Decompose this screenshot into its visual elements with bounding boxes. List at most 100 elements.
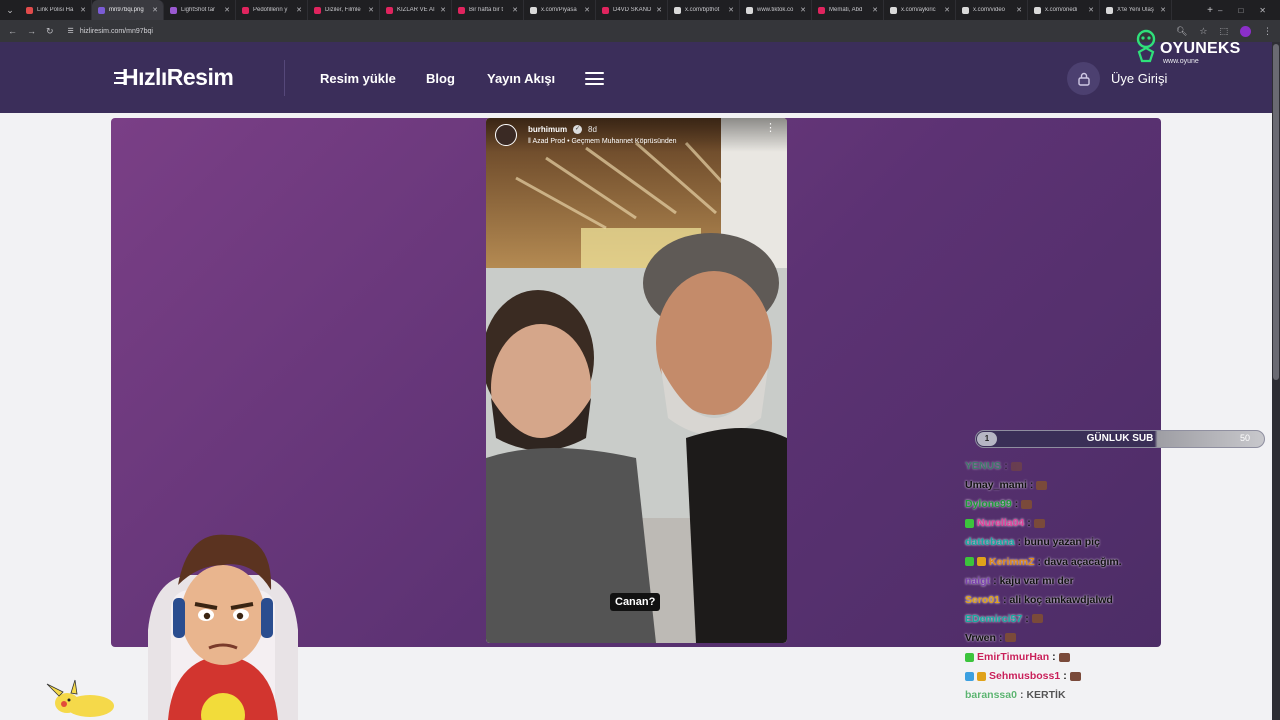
chat-message: Vrwen: bbox=[965, 632, 1017, 644]
story-music-text: Azad Prod • Geçmem Muhannet Köprüsünden bbox=[532, 138, 677, 145]
tab-close-icon[interactable]: ✕ bbox=[440, 6, 446, 14]
story-header bbox=[486, 118, 787, 152]
tab-favicon-icon bbox=[530, 6, 537, 14]
browser-tab[interactable]: x.com/onedi ✕ bbox=[1028, 0, 1100, 20]
tab-favicon-icon bbox=[890, 6, 897, 14]
profile-avatar[interactable] bbox=[1240, 25, 1251, 37]
tab-label: x.com/bpthot bbox=[685, 7, 720, 13]
chat-separator: : bbox=[1052, 651, 1056, 663]
tab-close-icon[interactable]: ✕ bbox=[656, 6, 662, 14]
streamer-avatar-illustration bbox=[148, 534, 298, 720]
uploaded-image[interactable]: burhimum ✓ 8d ‖ Azad Prod • Geçmem Muhan… bbox=[486, 118, 787, 643]
browser-tab[interactable]: KIZLAR VE AI ✕ bbox=[380, 0, 452, 20]
chat-badge-icon bbox=[965, 518, 974, 528]
chat-message: dattebana: bunu yazan piç bbox=[965, 536, 1100, 548]
close-window-icon[interactable]: ✕ bbox=[1259, 6, 1266, 15]
browser-tabs: Link Polisi Ha ✕ mn97bqi.png ✕ LightShot tar… bbox=[20, 0, 1202, 20]
tab-label: KIZLAR VE AI bbox=[397, 7, 435, 13]
chat-badge-icon bbox=[977, 557, 986, 566]
chat-username: YENUS bbox=[965, 460, 1002, 472]
tab-close-icon[interactable]: ✕ bbox=[944, 6, 950, 14]
browser-tab[interactable]: x.com/aykiric ✕ bbox=[884, 0, 956, 20]
tab-label: Diziler, Filmle bbox=[325, 7, 361, 13]
back-icon[interactable]: ← bbox=[8, 26, 17, 36]
bookmark-star-icon[interactable]: ☆ bbox=[1199, 26, 1207, 37]
more-options-icon[interactable]: ⋮ bbox=[765, 123, 776, 134]
site-info-icon[interactable]: ☰ bbox=[68, 27, 74, 35]
tab-label: x.com/onedi bbox=[1045, 7, 1078, 13]
chat-text: bunu yazan piç bbox=[1024, 536, 1100, 549]
browser-tab[interactable]: Bir hafta bir t ✕ bbox=[452, 0, 524, 20]
login-link[interactable]: Üye Girişi bbox=[1111, 71, 1167, 86]
browser-tab[interactable]: mn97bqi.png ✕ bbox=[92, 0, 164, 20]
nav-upload[interactable]: Resim yükle bbox=[320, 71, 396, 86]
tab-close-icon[interactable]: ✕ bbox=[224, 6, 230, 14]
chat-emote-icon bbox=[1036, 480, 1048, 490]
zoom-icon[interactable]: 🔍︎ bbox=[1176, 26, 1187, 37]
nav-blog[interactable]: Blog bbox=[426, 71, 455, 86]
site-logo[interactable]: HızlıResim bbox=[122, 64, 234, 91]
browser-tab[interactable]: D4VD SKAND ✕ bbox=[596, 0, 668, 20]
tab-close-icon[interactable]: ✕ bbox=[80, 6, 86, 14]
maximize-icon[interactable]: □ bbox=[1238, 6, 1243, 15]
browser-tab[interactable]: X'te Yeni Ulaş ✕ bbox=[1100, 0, 1172, 20]
tab-favicon-icon bbox=[458, 6, 465, 14]
browser-tab[interactable]: x.com/Piyasa ✕ bbox=[524, 0, 596, 20]
scrollbar-thumb[interactable] bbox=[1273, 44, 1279, 380]
browser-tab[interactable]: www.tiktok.co ✕ bbox=[740, 0, 812, 20]
forward-icon[interactable]: → bbox=[27, 26, 36, 36]
tab-search-icon[interactable]: ⌄ bbox=[0, 0, 20, 20]
nav-feed[interactable]: Yayın Akışı bbox=[487, 71, 555, 86]
tab-close-icon[interactable]: ✕ bbox=[296, 6, 302, 14]
tab-favicon-icon bbox=[314, 6, 321, 14]
chat-emote-icon bbox=[1010, 461, 1022, 471]
chat-separator: : bbox=[1037, 555, 1042, 568]
chat-emote-icon bbox=[1021, 499, 1033, 509]
tab-label: Pedofillerin y bbox=[253, 7, 288, 13]
story-username[interactable]: burhimum bbox=[528, 125, 567, 134]
chat-badge-icon bbox=[965, 557, 974, 566]
tab-close-icon[interactable]: ✕ bbox=[152, 6, 158, 14]
chat-emote-icon bbox=[1033, 518, 1045, 528]
url-field[interactable]: ☰ hizliresim.com/mn97bqi bbox=[68, 27, 153, 36]
browser-menu-icon[interactable]: ⋮ bbox=[1263, 26, 1272, 37]
story-music: ‖ Azad Prod • Geçmem Muhannet Köprüsünde… bbox=[528, 138, 677, 145]
tab-label: www.tiktok.co bbox=[757, 7, 794, 13]
tab-close-icon[interactable]: ✕ bbox=[368, 6, 374, 14]
story-avatar[interactable] bbox=[495, 124, 517, 146]
tab-close-icon[interactable]: ✕ bbox=[872, 6, 878, 14]
chat-username: Nurella04 bbox=[977, 517, 1025, 530]
tab-close-icon[interactable]: ✕ bbox=[800, 6, 806, 14]
tab-label: X'te Yeni Ulaş bbox=[1117, 7, 1154, 13]
browser-tab[interactable]: Link Polisi Ha ✕ bbox=[20, 0, 92, 20]
chat-message: Sehmusboss1: bbox=[965, 670, 1081, 682]
extensions-icon[interactable]: ⬚ bbox=[1219, 26, 1228, 37]
chat-username: Dylone99 bbox=[965, 498, 1012, 511]
tab-close-icon[interactable]: ✕ bbox=[1016, 6, 1022, 14]
browser-tab[interactable]: x.com/video ✕ bbox=[956, 0, 1028, 20]
hamburger-menu-icon[interactable] bbox=[585, 72, 604, 85]
chat-emote-icon bbox=[1005, 633, 1017, 643]
tab-close-icon[interactable]: ✕ bbox=[728, 6, 734, 14]
minimize-icon[interactable]: – bbox=[1218, 6, 1222, 15]
tab-label: x.com/video bbox=[973, 7, 1006, 13]
chat-separator: : bbox=[1063, 670, 1067, 683]
browser-tab[interactable]: Memati, Abd ✕ bbox=[812, 0, 884, 20]
browser-tab[interactable]: Diziler, Filmle ✕ bbox=[308, 0, 380, 20]
new-tab-icon[interactable]: + bbox=[1202, 5, 1218, 16]
browser-tab[interactable]: Pedofillerin y ✕ bbox=[236, 0, 308, 20]
browser-tab[interactable]: x.com/bpthot ✕ bbox=[668, 0, 740, 20]
chat-badge-icon bbox=[965, 652, 974, 662]
tab-close-icon[interactable]: ✕ bbox=[1160, 6, 1166, 14]
address-bar: ← → ↻ ☰ hizliresim.com/mn97bqi 🔍︎ ☆ ⬚ ⋮ bbox=[0, 20, 1280, 42]
tab-close-icon[interactable]: ✕ bbox=[1088, 6, 1094, 14]
browser-tab[interactable]: LightShot tar ✕ bbox=[164, 0, 236, 20]
tab-close-icon[interactable]: ✕ bbox=[584, 6, 590, 14]
chat-separator: : bbox=[1014, 498, 1019, 511]
chat-emote-icon bbox=[1031, 614, 1043, 624]
lock-icon[interactable] bbox=[1067, 62, 1100, 95]
tab-favicon-icon bbox=[1034, 6, 1041, 14]
reload-icon[interactable]: ↻ bbox=[46, 26, 54, 37]
tab-favicon-icon bbox=[746, 6, 753, 14]
tab-close-icon[interactable]: ✕ bbox=[512, 6, 518, 14]
